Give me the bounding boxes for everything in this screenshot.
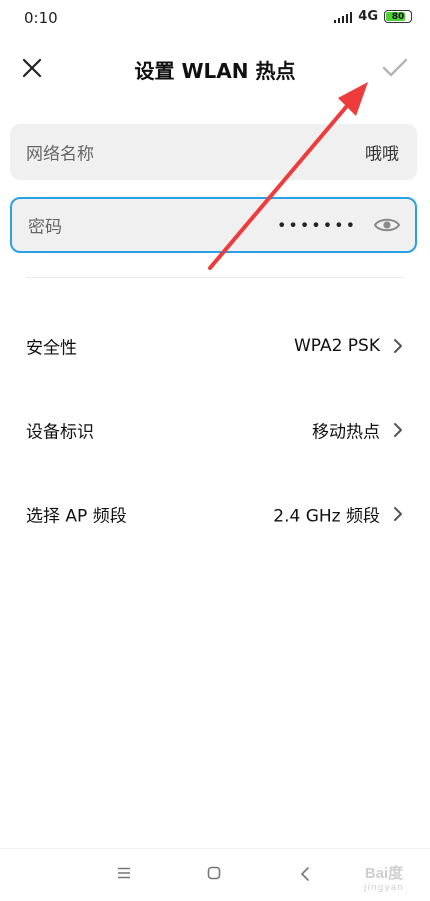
network-name-field[interactable]: 网络名称 哦哦 — [10, 124, 417, 180]
check-icon — [382, 58, 408, 77]
baidu-watermark: Bai度 jingyan — [364, 862, 404, 893]
password-value: ••••••• — [276, 215, 357, 235]
signal-icon — [334, 11, 353, 23]
home-square-icon — [207, 866, 221, 880]
system-nav-bar: Bai度 jingyan — [0, 848, 430, 901]
chevron-right-icon — [392, 421, 404, 439]
network-name-value: 哦哦 — [365, 144, 399, 165]
confirm-button[interactable] — [380, 54, 410, 82]
security-row[interactable]: 安全性 WPA2 PSK — [0, 316, 430, 376]
status-indicators: 4G 80 — [334, 9, 412, 24]
chevron-right-icon — [392, 505, 404, 523]
password-field[interactable]: 密码 ••••••• — [10, 197, 417, 253]
ap-band-label: 选择 AP 频段 — [26, 506, 127, 527]
chevron-right-icon — [392, 337, 404, 355]
ap-band-row[interactable]: 选择 AP 频段 2.4 GHz 频段 — [0, 484, 430, 544]
battery-level: 80 — [391, 11, 405, 22]
device-id-value: 移动热点 — [312, 422, 380, 443]
watermark-logo: Bai度 — [364, 865, 404, 882]
nav-back-button[interactable] — [298, 865, 312, 883]
network-name-label: 网络名称 — [26, 144, 94, 165]
header: 设置 WLAN 热点 — [0, 40, 430, 96]
menu-icon — [118, 867, 130, 879]
back-chevron-icon — [301, 867, 309, 881]
password-label: 密码 — [28, 217, 62, 238]
eye-icon — [374, 218, 400, 232]
security-value: WPA2 PSK — [293, 336, 380, 356]
status-time: 0:10 — [24, 9, 58, 27]
section-divider — [26, 277, 404, 278]
status-bar: 0:10 4G 80 — [0, 0, 430, 36]
page-title: 设置 WLAN 热点 — [134, 59, 296, 83]
device-id-label: 设备标识 — [26, 422, 94, 443]
battery-icon: 80 — [384, 10, 412, 23]
network-type: 4G — [358, 9, 378, 24]
watermark-sub: jingyan — [364, 883, 404, 893]
nav-menu-button[interactable] — [116, 865, 132, 881]
ap-band-value: 2.4 GHz 频段 — [273, 506, 380, 527]
device-id-row[interactable]: 设备标识 移动热点 — [0, 400, 430, 460]
security-label: 安全性 — [26, 338, 77, 359]
show-password-button[interactable] — [373, 215, 401, 235]
nav-home-button[interactable] — [206, 865, 222, 881]
